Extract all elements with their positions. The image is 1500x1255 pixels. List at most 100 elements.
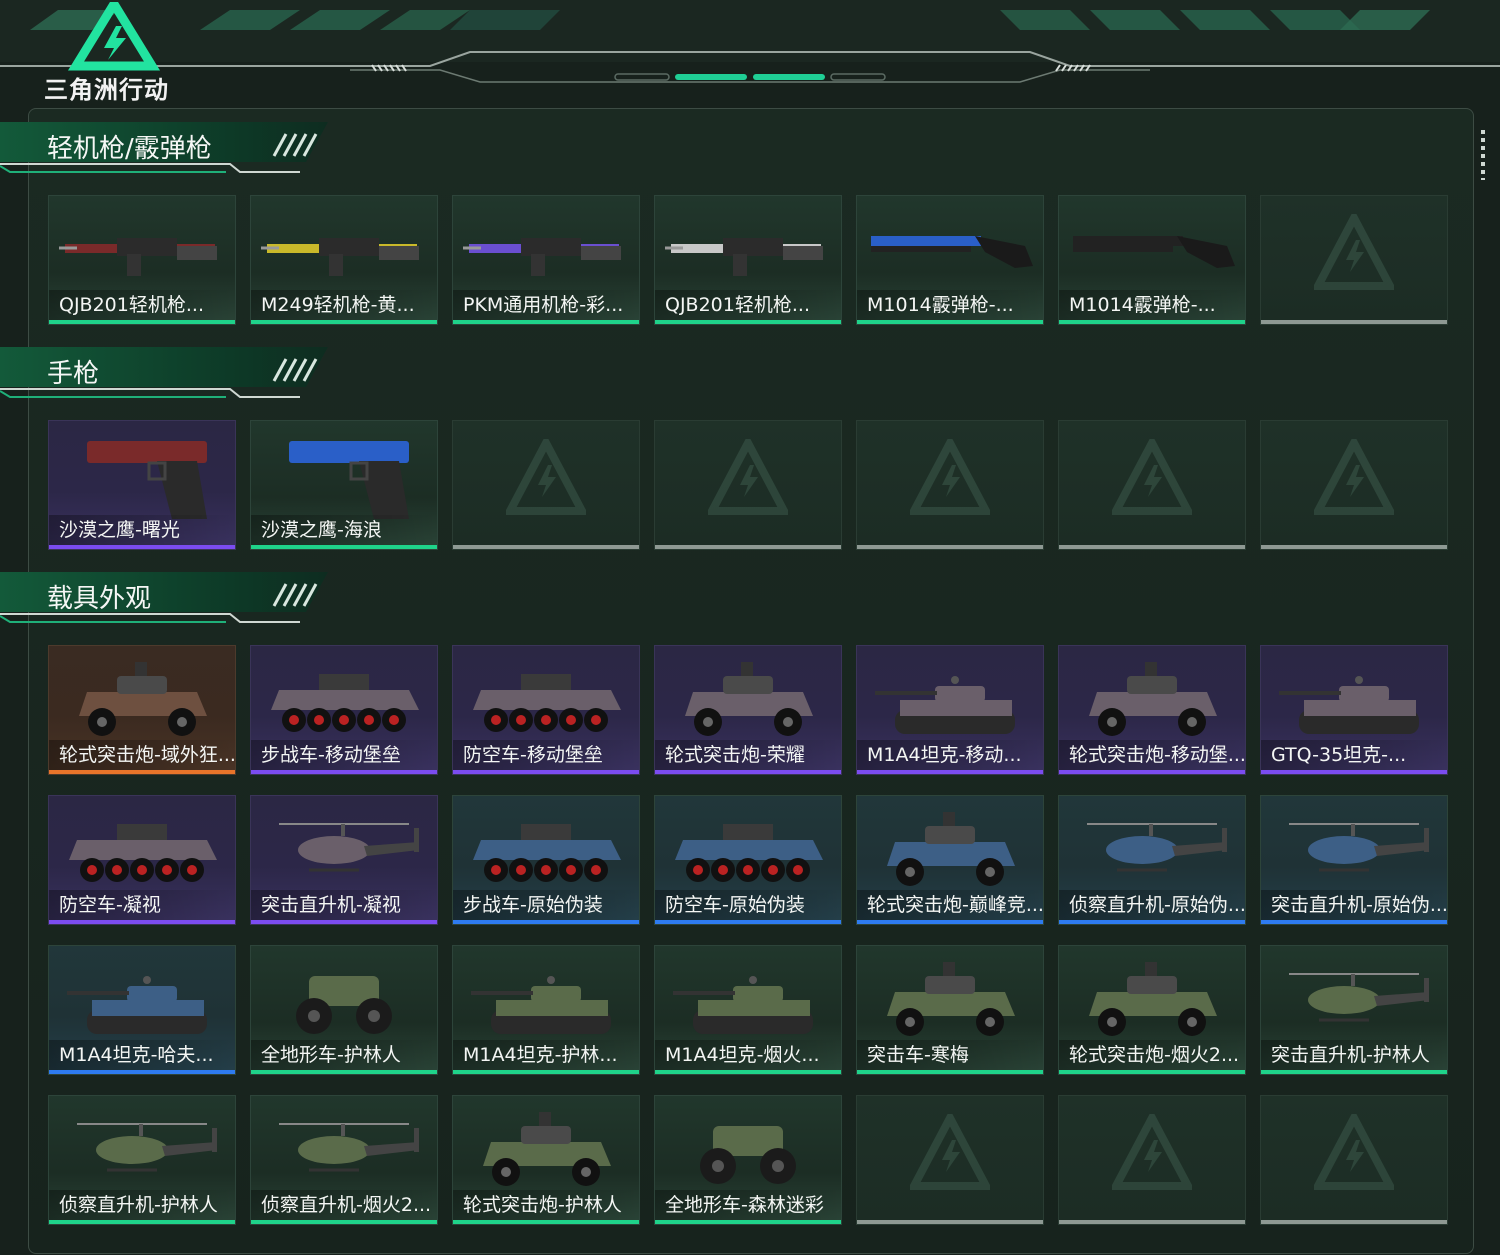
item-card[interactable]: M1A4坦克-哈夫... (48, 945, 236, 1075)
item-card[interactable]: GTQ-35坦克-... (1260, 645, 1448, 775)
item-card[interactable]: QJB201轻机枪... (654, 195, 842, 325)
empty-slot-icon (708, 439, 788, 515)
rarity-bar (453, 1070, 639, 1074)
item-name: 侦察直升机-原始伪... (1059, 890, 1245, 920)
rarity-bar (453, 320, 639, 324)
empty-slot[interactable] (452, 420, 640, 550)
empty-slot[interactable] (856, 1095, 1044, 1225)
helicopter-icon (1289, 823, 1429, 872)
item-name: M1014霰弹枪-... (1059, 290, 1245, 320)
item-card[interactable]: 轮式突击炮-护林人 (452, 1095, 640, 1225)
empty-slot[interactable] (1260, 1095, 1448, 1225)
item-card[interactable]: 防空车-凝视 (48, 795, 236, 925)
item-card[interactable]: 轮式突击炮-荣耀 (654, 645, 842, 775)
empty-slot[interactable] (1058, 420, 1246, 550)
item-card[interactable]: M1014霰弹枪-... (1058, 195, 1246, 325)
section-header: 手枪 (0, 345, 340, 403)
rarity-bar (49, 545, 235, 549)
item-name: 轮式突击炮-护林人 (453, 1190, 639, 1220)
scroll-indicator[interactable] (1481, 130, 1485, 180)
empty-slot[interactable] (1260, 195, 1448, 325)
machine-gun-icon (463, 238, 621, 276)
rarity-bar (49, 920, 235, 924)
empty-slot-icon (1314, 214, 1394, 290)
item-card[interactable]: 轮式突击炮-域外狂... (48, 645, 236, 775)
item-card[interactable]: 突击直升机-原始伪... (1260, 795, 1448, 925)
empty-slot-icon (1314, 1114, 1394, 1190)
item-card[interactable]: 沙漠之鹰-海浪 (250, 420, 438, 550)
item-name: 全地形车-森林迷彩 (655, 1190, 841, 1220)
item-name: 全地形车-护林人 (251, 1040, 437, 1070)
item-card[interactable]: QJB201轻机枪... (48, 195, 236, 325)
item-name: 轮式突击炮-域外狂... (49, 740, 235, 770)
section-header: 轻机枪/霰弹枪 (0, 120, 340, 178)
item-card[interactable]: M1A4坦克-移动... (856, 645, 1044, 775)
item-name: PKM通用机枪-彩... (453, 290, 639, 320)
empty-slot-icon (910, 439, 990, 515)
item-card[interactable]: 沙漠之鹰-曙光 (48, 420, 236, 550)
empty-slot[interactable] (654, 420, 842, 550)
item-name: 防空车-移动堡垒 (453, 740, 639, 770)
section-title: 载具外观 (47, 584, 152, 614)
item-card[interactable]: M1A4坦克-烟火... (654, 945, 842, 1075)
item-card[interactable]: 轮式突击炮-移动堡... (1058, 645, 1246, 775)
item-card[interactable]: PKM通用机枪-彩... (452, 195, 640, 325)
rarity-bar (1261, 770, 1447, 774)
item-name: M1014霰弹枪-... (857, 290, 1043, 320)
shotgun-icon (871, 236, 1033, 268)
rarity-bar (49, 320, 235, 324)
item-card[interactable]: M1A4坦克-护林... (452, 945, 640, 1075)
item-card[interactable]: M1014霰弹枪-... (856, 195, 1044, 325)
item-name: 步战车-移动堡垒 (251, 740, 437, 770)
item-name: M1A4坦克-烟火... (655, 1040, 841, 1070)
rarity-bar (655, 1070, 841, 1074)
wheeled-vehicle-icon (1089, 962, 1217, 1036)
item-name: 突击直升机-护林人 (1261, 1040, 1447, 1070)
section-header: 载具外观 (0, 570, 340, 628)
game-logo-text: 三角洲行动 (44, 76, 169, 104)
rarity-bar (1261, 920, 1447, 924)
rarity-bar (655, 1220, 841, 1224)
pistol-icon (87, 441, 207, 519)
item-card[interactable]: 突击直升机-凝视 (250, 795, 438, 925)
item-name: 轮式突击炮-移动堡... (1059, 740, 1245, 770)
item-card[interactable]: 全地形车-森林迷彩 (654, 1095, 842, 1225)
item-card[interactable]: 步战车-原始伪装 (452, 795, 640, 925)
item-card[interactable]: M249轻机枪-黄... (250, 195, 438, 325)
rarity-bar (453, 770, 639, 774)
rarity-bar (857, 320, 1043, 324)
rarity-bar (49, 1220, 235, 1224)
helicopter-icon (279, 823, 419, 872)
empty-slot-icon (506, 439, 586, 515)
item-card[interactable]: 轮式突击炮-巅峰竞... (856, 795, 1044, 925)
tank-icon (1279, 676, 1419, 734)
item-card[interactable]: 突击车-寒梅 (856, 945, 1044, 1075)
wheeled-vehicle-icon (685, 662, 813, 736)
item-card[interactable]: 突击直升机-护林人 (1260, 945, 1448, 1075)
rarity-bar (251, 1070, 437, 1074)
item-card[interactable]: 全地形车-护林人 (250, 945, 438, 1075)
rarity-bar (655, 770, 841, 774)
item-name: 沙漠之鹰-曙光 (49, 515, 235, 545)
item-name: M1A4坦克-移动... (857, 740, 1043, 770)
item-card[interactable]: 防空车-移动堡垒 (452, 645, 640, 775)
rarity-bar (1261, 320, 1447, 324)
empty-slot[interactable] (1058, 1095, 1246, 1225)
item-name: 突击直升机-原始伪... (1261, 890, 1447, 920)
item-card[interactable]: 侦察直升机-烟火2... (250, 1095, 438, 1225)
machine-gun-icon (665, 238, 823, 276)
item-name: 突击车-寒梅 (857, 1040, 1043, 1070)
item-card[interactable]: 防空车-原始伪装 (654, 795, 842, 925)
helicopter-icon (1289, 973, 1429, 1022)
empty-slot[interactable] (856, 420, 1044, 550)
wheeled-vehicle-icon (79, 662, 207, 736)
empty-slot[interactable] (1260, 420, 1448, 550)
item-name: M249轻机枪-黄... (251, 290, 437, 320)
rarity-bar (1059, 545, 1245, 549)
item-card[interactable]: 步战车-移动堡垒 (250, 645, 438, 775)
rarity-bar (857, 920, 1043, 924)
item-card[interactable]: 轮式突击炮-烟火2... (1058, 945, 1246, 1075)
item-card[interactable]: 侦察直升机-护林人 (48, 1095, 236, 1225)
item-card[interactable]: 侦察直升机-原始伪... (1058, 795, 1246, 925)
empty-slot-icon (1112, 439, 1192, 515)
